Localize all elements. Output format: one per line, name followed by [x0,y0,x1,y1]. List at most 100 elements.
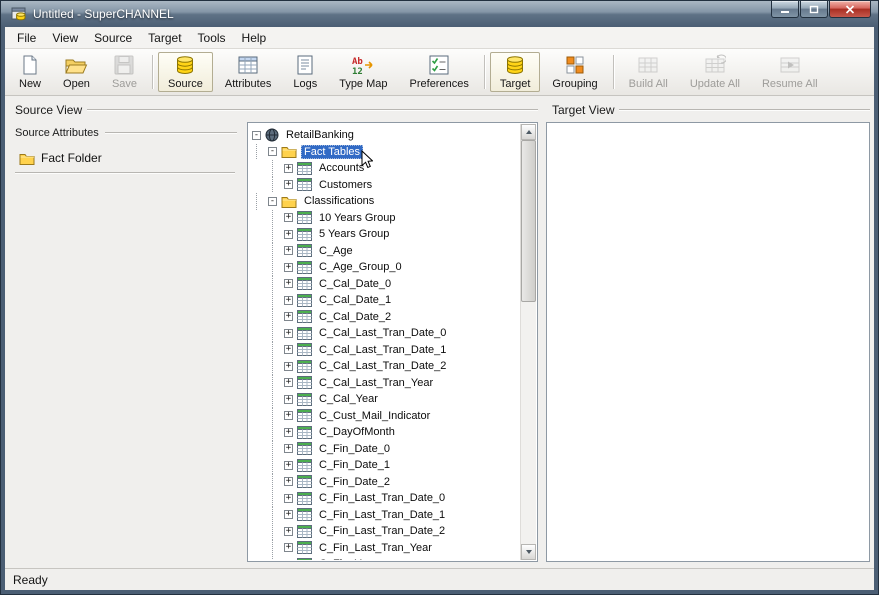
expand-icon[interactable]: + [284,246,293,255]
expand-icon[interactable]: + [284,312,293,321]
tree-item-c-age-group-0[interactable]: + C_Age_Group_0 [252,259,520,276]
expand-icon[interactable]: + [284,180,293,189]
expand-icon[interactable]: + [284,428,293,437]
tree-item-label[interactable]: Fact Tables [301,145,363,159]
close-button[interactable] [829,1,871,18]
tree-item-c-cal-last-tran-date-1[interactable]: + C_Cal_Last_Tran_Date_1 [252,342,520,359]
expand-icon[interactable]: + [284,378,293,387]
collapse-icon[interactable]: - [252,131,261,140]
tree-item-label[interactable]: C_Fin_Last_Tran_Year [316,541,435,555]
tree-item-c-fin-last-tran-date-1[interactable]: + C_Fin_Last_Tran_Date_1 [252,507,520,524]
toolbar-button-logs[interactable]: Logs [283,52,327,92]
tree-item-label[interactable]: C_Fin_Date_1 [316,458,393,472]
expand-icon[interactable]: + [284,444,293,453]
tree-item-fact-tables[interactable]: - Fact Tables [252,144,520,161]
tree-item-label[interactable]: C_Cal_Date_1 [316,293,394,307]
tree-item-label[interactable]: C_Age_Group_0 [316,260,405,274]
tree-item-label[interactable]: RetailBanking [283,128,357,142]
expand-icon[interactable]: + [284,510,293,519]
scrollbar-thumb[interactable] [521,140,536,302]
scroll-up-button[interactable] [521,124,536,140]
tree-item-label[interactable]: C_Age [316,244,356,258]
tree-item-c-fin-last-tran-year[interactable]: + C_Fin_Last_Tran_Year [252,540,520,557]
expand-icon[interactable]: + [284,477,293,486]
expand-icon[interactable]: + [284,296,293,305]
tree-item-c-age[interactable]: + C_Age [252,243,520,260]
tree-item-c-cal-date-2[interactable]: + C_Cal_Date_2 [252,309,520,326]
tree-item-classifications[interactable]: - Classifications [252,193,520,210]
scrollbar-track[interactable] [521,140,536,544]
toolbar-button-grouping[interactable]: Grouping [542,52,607,92]
expand-icon[interactable]: + [284,345,293,354]
expand-icon[interactable]: + [284,263,293,272]
menu-item-file[interactable]: File [9,28,44,48]
tree-item-c-fin-last-tran-date-0[interactable]: + C_Fin_Last_Tran_Date_0 [252,490,520,507]
expand-icon[interactable]: + [284,279,293,288]
tree-item-c-cal-last-tran-date-0[interactable]: + C_Cal_Last_Tran_Date_0 [252,325,520,342]
tree-scrollbar[interactable] [520,124,536,560]
expand-icon[interactable]: + [284,395,293,404]
tree-item-c-dayofmonth[interactable]: + C_DayOfMonth [252,424,520,441]
tree-item-c-fin-date-1[interactable]: + C_Fin_Date_1 [252,457,520,474]
tree-item-c-cal-year[interactable]: + C_Cal_Year [252,391,520,408]
toolbar-button-open[interactable]: Open [53,52,100,92]
collapse-icon[interactable]: - [268,147,277,156]
tree-item-c-cust-mail-indicator[interactable]: + C_Cust_Mail_Indicator [252,408,520,425]
tree-item-label[interactable]: 5 Years Group [316,227,392,241]
tree-item-label[interactable]: C_Cal_Date_0 [316,277,394,291]
tree-item-label[interactable]: C_Cal_Last_Tran_Date_0 [316,326,449,340]
tree-item-label[interactable]: C_Cust_Mail_Indicator [316,409,433,423]
expand-icon[interactable]: + [284,543,293,552]
tree-item-retailbanking[interactable]: - RetailBanking [252,127,520,144]
tree-item-label[interactable]: C_Fin_Last_Tran_Date_0 [316,491,448,505]
tree-item-10-years-group[interactable]: +10 Years Group [252,210,520,227]
tree-item-label[interactable]: C_Fin_Date_2 [316,475,393,489]
tree-item-c-fin-last-tran-date-2[interactable]: + C_Fin_Last_Tran_Date_2 [252,523,520,540]
expand-icon[interactable]: + [284,461,293,470]
toolbar-button-target[interactable]: Target [490,52,541,92]
tree-item-label[interactable]: C_Fin_Last_Tran_Date_2 [316,524,448,538]
tree-item-5-years-group[interactable]: +5 Years Group [252,226,520,243]
tree-item-c-fin-year[interactable]: +C_Fin_Year [252,556,520,560]
tree-item-label[interactable]: C_Fin_Date_0 [316,442,393,456]
tree-item-label[interactable]: C_Cal_Year [316,392,381,406]
toolbar-button-type-map[interactable]: Ab12Type Map [329,52,397,92]
menu-item-target[interactable]: Target [140,28,189,48]
target-view-body[interactable] [546,122,870,562]
tree-item-c-cal-date-1[interactable]: + C_Cal_Date_1 [252,292,520,309]
menu-item-view[interactable]: View [44,28,86,48]
tree-item-c-fin-date-0[interactable]: + C_Fin_Date_0 [252,441,520,458]
expand-icon[interactable]: + [284,527,293,536]
tree-item-c-fin-date-2[interactable]: + C_Fin_Date_2 [252,474,520,491]
tree-item-c-cal-last-tran-date-2[interactable]: + C_Cal_Last_Tran_Date_2 [252,358,520,375]
tree-item-label[interactable]: Classifications [301,194,377,208]
fact-folder-item[interactable]: Fact Folder [15,150,237,172]
tree-item-label[interactable]: 10 Years Group [316,211,398,225]
scroll-down-button[interactable] [521,544,536,560]
collapse-icon[interactable]: - [268,197,277,206]
expand-icon[interactable]: + [284,362,293,371]
menu-item-tools[interactable]: Tools [190,28,234,48]
toolbar-button-source[interactable]: Source [158,52,213,92]
tree-item-label[interactable]: C_DayOfMonth [316,425,398,439]
menu-item-source[interactable]: Source [86,28,140,48]
tree-item-label[interactable]: C_Cal_Last_Tran_Date_1 [316,343,449,357]
minimize-button[interactable] [771,1,799,18]
toolbar-button-new[interactable]: New [9,52,51,92]
tree-item-label[interactable]: Customers [316,178,375,192]
tree-item-c-cal-date-0[interactable]: + C_Cal_Date_0 [252,276,520,293]
tree-item-label[interactable]: Accounts [316,161,367,175]
expand-icon[interactable]: + [284,411,293,420]
tree-item-label[interactable]: C_Cal_Last_Tran_Date_2 [316,359,449,373]
expand-icon[interactable]: + [284,329,293,338]
tree-item-customers[interactable]: + Customers [252,177,520,194]
tree-item-label[interactable]: C_Fin_Last_Tran_Date_1 [316,508,448,522]
toolbar-button-preferences[interactable]: Preferences [400,52,479,92]
expand-icon[interactable]: + [284,494,293,503]
tree-item-label[interactable]: C_Fin_Year [316,557,380,560]
tree-item-label[interactable]: C_Cal_Date_2 [316,310,394,324]
expand-icon[interactable]: + [284,213,293,222]
toolbar-button-attributes[interactable]: Attributes [215,52,281,92]
expand-icon[interactable]: + [284,230,293,239]
maximize-button[interactable] [800,1,828,18]
